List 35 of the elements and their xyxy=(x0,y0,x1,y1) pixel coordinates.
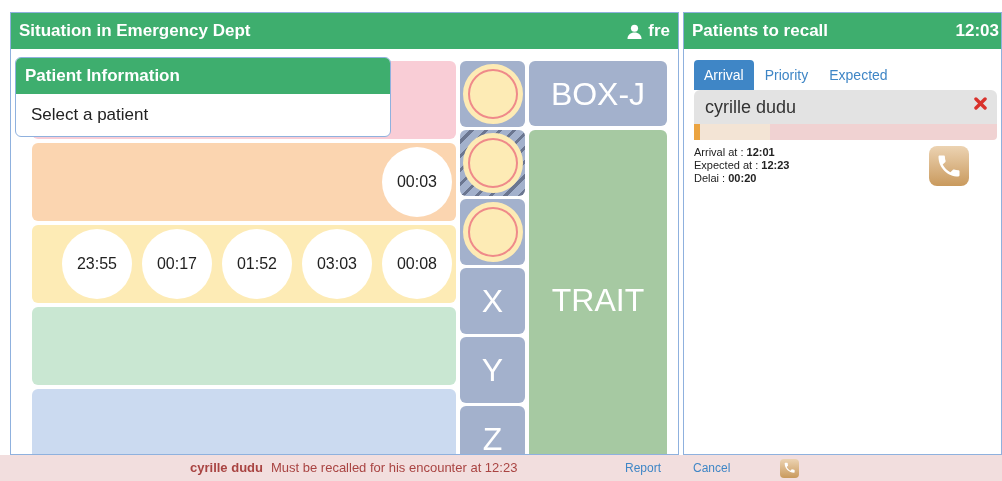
panel-title: Patients to recall xyxy=(692,20,829,43)
bed-tile[interactable] xyxy=(460,61,525,127)
user-name: fre xyxy=(648,20,670,43)
bed-tile[interactable] xyxy=(460,130,525,196)
panel-title: Situation in Emergency Dept xyxy=(19,20,251,43)
tab[interactable]: Expected xyxy=(819,60,898,90)
bed-tile[interactable] xyxy=(460,199,525,265)
action-link[interactable]: Cancel xyxy=(693,459,731,477)
timer-badge[interactable]: 03:03 xyxy=(302,229,372,299)
room-tile[interactable]: Y xyxy=(460,337,525,403)
room-tile[interactable]: BOX-J xyxy=(529,61,667,126)
timer-badge[interactable]: 00:17 xyxy=(142,229,212,299)
tab[interactable]: Arrival xyxy=(694,60,754,90)
timer-badge[interactable]: 00:08 xyxy=(382,229,452,299)
phone-icon xyxy=(783,461,797,475)
clock-time: 12:03 xyxy=(955,20,999,43)
card-text: Select a patient xyxy=(30,104,150,127)
detail-line: Delai : 00:20 xyxy=(694,172,758,185)
card-header: Patient Information xyxy=(16,58,390,94)
phone-button[interactable] xyxy=(780,458,800,478)
timer-badge[interactable]: 01:52 xyxy=(222,229,292,299)
close-icon[interactable] xyxy=(974,97,987,110)
timer-badge[interactable]: 00:03 xyxy=(382,147,452,217)
action-link[interactable]: Report xyxy=(624,459,661,477)
detail-line: Expected at : 12:23 xyxy=(694,159,790,172)
patient-card[interactable]: cyrille dudu xyxy=(694,90,997,124)
tab[interactable]: Priority xyxy=(754,60,819,90)
room-tile[interactable]: X xyxy=(460,268,525,334)
timer-badge[interactable]: 23:55 xyxy=(62,229,132,299)
phone-button[interactable] xyxy=(929,146,969,186)
recall-message: Must be recalled for his encounter at 12:23 xyxy=(270,459,519,478)
detail-line: Arrival at : 12:01 xyxy=(694,146,776,159)
user-icon xyxy=(627,23,643,39)
patient-name: cyrille dudu xyxy=(190,459,263,478)
room-tile[interactable]: Z xyxy=(460,406,525,454)
